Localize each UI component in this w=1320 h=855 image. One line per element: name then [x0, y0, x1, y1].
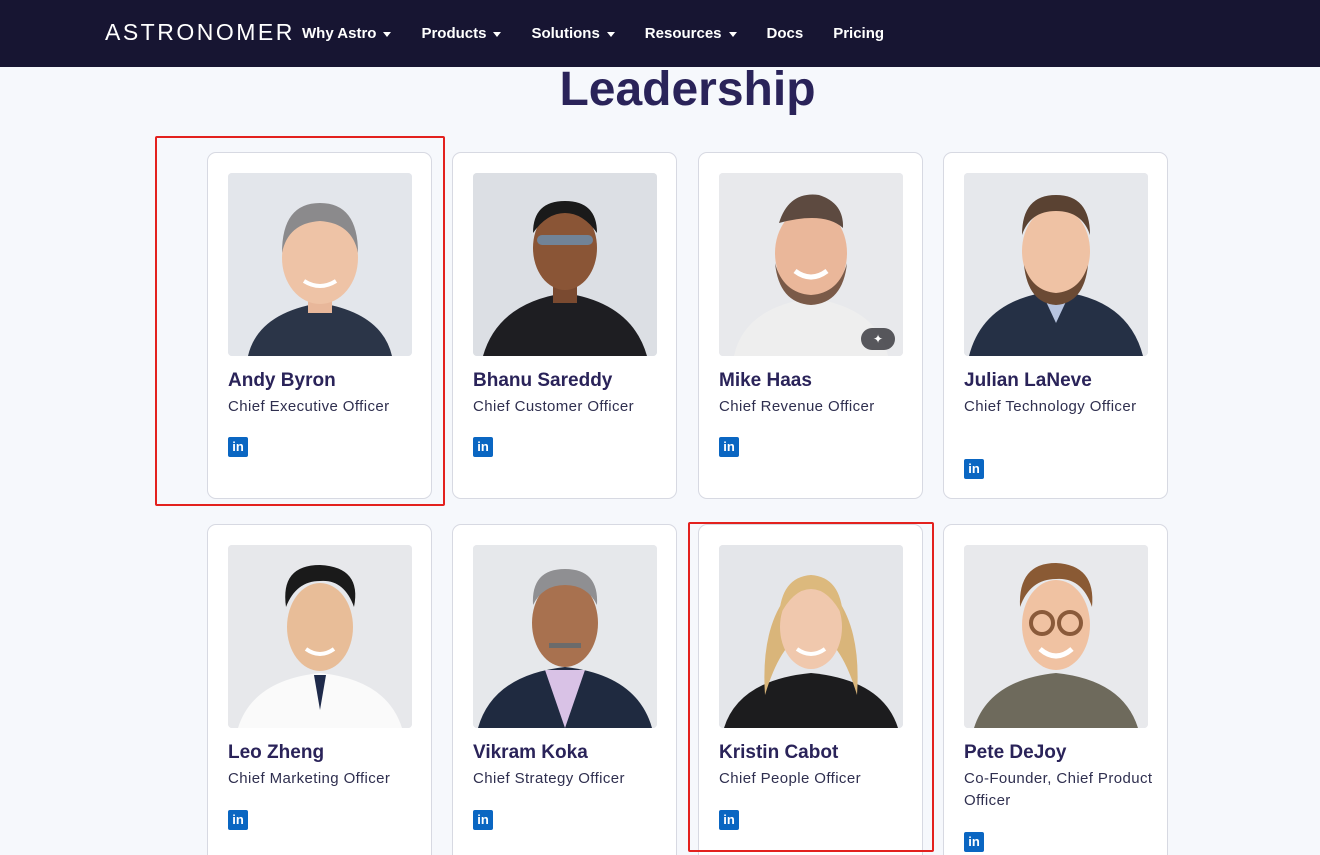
top-navbar: ASTRONOMER Why Astro Products Solutions …	[0, 0, 1320, 67]
leader-role: Chief Marketing Officer	[228, 770, 391, 787]
leader-role: Co-Founder, Chief Product Officer	[964, 770, 1153, 809]
nav-docs[interactable]: Docs	[767, 25, 804, 42]
leader-name: Julian LaNeve	[964, 370, 1092, 391]
chevron-down-icon	[606, 32, 615, 37]
nav-solutions[interactable]: Solutions	[531, 25, 615, 42]
leader-role: Chief Strategy Officer	[473, 770, 625, 787]
nav-menu: Why Astro Products Solutions Resources D…	[302, 0, 914, 67]
linkedin-icon[interactable]: in	[473, 437, 493, 457]
leader-card: Leo Zheng Chief Marketing Officer in	[207, 524, 432, 855]
nav-label: Products	[421, 25, 487, 42]
nav-label: Solutions	[531, 25, 600, 42]
nav-label: Why Astro	[302, 25, 377, 42]
chevron-down-icon	[383, 32, 392, 37]
linkedin-icon[interactable]: in	[228, 810, 248, 830]
nav-label: Docs	[766, 25, 804, 42]
linkedin-icon[interactable]: in	[473, 810, 493, 830]
astronomer-logo[interactable]: ASTRONOMER	[105, 18, 295, 46]
nav-pricing[interactable]: Pricing	[833, 25, 884, 42]
leader-photo	[473, 173, 657, 356]
leader-card: Julian LaNeve Chief Technology Officer i…	[943, 152, 1168, 499]
leader-card: ✦ Mike Haas Chief Revenue Officer in	[698, 152, 923, 499]
leader-role: Chief Revenue Officer	[719, 398, 875, 415]
leader-photo	[473, 545, 657, 728]
linkedin-icon[interactable]: in	[719, 437, 739, 457]
leader-role: Chief Technology Officer	[964, 398, 1137, 415]
leader-photo	[964, 173, 1148, 356]
linkedin-icon[interactable]: in	[964, 832, 984, 852]
leader-role: Chief Customer Officer	[473, 398, 635, 415]
linkedin-icon[interactable]: in	[964, 459, 984, 479]
nav-why-astro[interactable]: Why Astro	[302, 25, 392, 42]
section-title: Leadership	[559, 63, 816, 116]
leader-name: Vikram Koka	[473, 742, 588, 763]
leader-photo: ✦	[719, 173, 903, 356]
highlight-box-andy-byron	[155, 136, 445, 506]
leader-card: Vikram Koka Chief Strategy Officer in	[452, 524, 677, 855]
leader-name: Pete DeJoy	[964, 742, 1067, 763]
magic-wand-icon[interactable]: ✦	[861, 328, 895, 350]
nav-resources[interactable]: Resources	[645, 25, 737, 42]
leader-name: Leo Zheng	[228, 742, 325, 763]
nav-products[interactable]: Products	[421, 25, 502, 42]
leader-photo	[228, 545, 412, 728]
chevron-down-icon	[493, 32, 502, 37]
leader-name: Bhanu Sareddy	[473, 370, 613, 391]
leader-photo	[964, 545, 1148, 728]
nav-label: Pricing	[833, 25, 885, 42]
leader-name: Mike Haas	[719, 370, 812, 391]
leader-card: Pete DeJoy Co-Founder, Chief Product Off…	[943, 524, 1168, 855]
leader-card: Bhanu Sareddy Chief Customer Officer in	[452, 152, 677, 499]
highlight-box-kristin-cabot	[688, 522, 934, 852]
chevron-down-icon	[728, 32, 737, 37]
nav-label: Resources	[644, 25, 722, 42]
